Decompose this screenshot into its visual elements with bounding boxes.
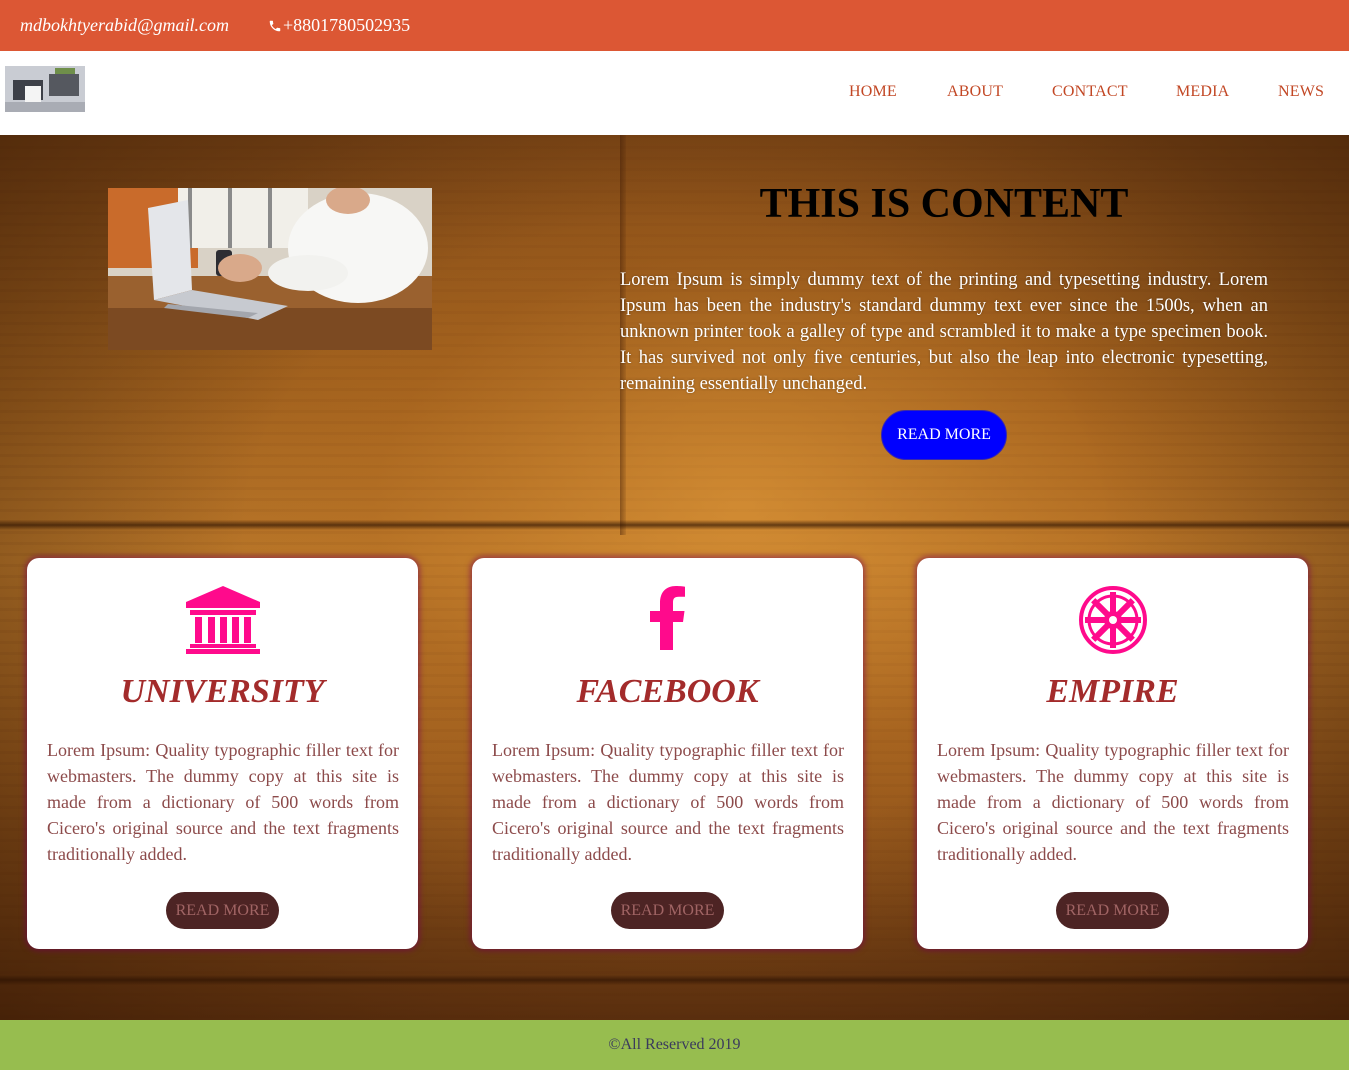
card-title: EMPIRE (1046, 673, 1179, 710)
contact-phone-number: +8801780502935 (283, 15, 411, 35)
card-read-more-button[interactable]: READ MORE (166, 892, 279, 929)
hero-read-more-button[interactable]: READ MORE (881, 410, 1007, 460)
card-university: UNIVERSITY Lorem Ipsum: Quality typograp… (27, 558, 418, 949)
card-title: UNIVERSITY (120, 673, 325, 710)
main-navbar: HOME ABOUT CONTACT MEDIA NEWS (0, 51, 1349, 135)
card-facebook: FACEBOOK Lorem Ipsum: Quality typographi… (472, 558, 863, 949)
site-logo[interactable] (5, 66, 85, 112)
card-text: Lorem Ipsum: Quality typographic filler … (937, 740, 1289, 864)
contact-email[interactable]: mdbokhtyerabid@gmail.com (20, 15, 229, 36)
university-icon (185, 586, 260, 654)
nav-media[interactable]: MEDIA (1176, 83, 1229, 101)
top-contact-bar: mdbokhtyerabid@gmail.com +8801780502935 (0, 0, 1349, 51)
site-footer: ©All Reserved 2019 (0, 1020, 1349, 1070)
contact-phone[interactable]: +8801780502935 (268, 15, 410, 36)
hero-title: THIS IS CONTENT (759, 181, 1129, 227)
empire-icon (1078, 586, 1147, 654)
nav-home[interactable]: HOME (849, 83, 897, 101)
hero-image-laptop (108, 188, 432, 350)
facebook-icon (649, 586, 685, 650)
hero-paragraph: Lorem Ipsum is simply dummy text of the … (620, 270, 1268, 394)
footer-copyright: ©All Reserved 2019 (608, 1036, 741, 1053)
nav-about[interactable]: ABOUT (947, 83, 1003, 101)
card-text: Lorem Ipsum: Quality typographic filler … (492, 740, 844, 864)
card-read-more-button[interactable]: READ MORE (611, 892, 724, 929)
card-title: FACEBOOK (576, 673, 759, 710)
nav-contact[interactable]: CONTACT (1052, 83, 1128, 101)
card-read-more-button[interactable]: READ MORE (1056, 892, 1169, 929)
card-empire: EMPIRE Lorem Ipsum: Quality typographic … (917, 558, 1308, 949)
hero-section: THIS IS CONTENT Lorem Ipsum is simply du… (0, 135, 1349, 1020)
nav-news[interactable]: NEWS (1278, 83, 1324, 101)
phone-icon (269, 20, 281, 31)
card-text: Lorem Ipsum: Quality typographic filler … (47, 740, 399, 864)
